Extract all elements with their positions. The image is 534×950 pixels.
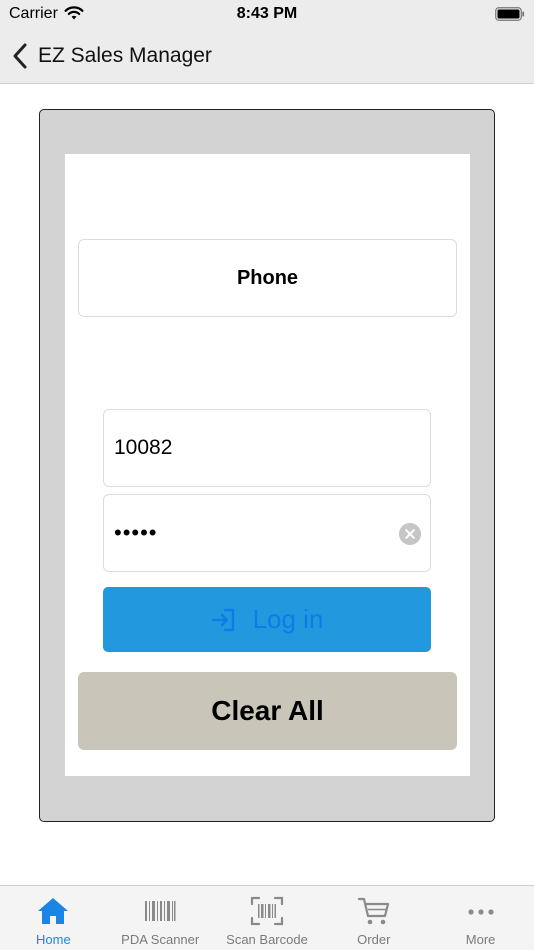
login-panel: Phone ••••• Log in Clear All [65,154,470,776]
tab-scan-barcode[interactable]: Scan Barcode [214,886,321,950]
login-icon [211,608,234,631]
barcode-icon [145,901,176,921]
battery-icon [495,7,525,21]
clear-text-icon[interactable] [399,523,421,545]
tab-order[interactable]: Order [320,886,427,950]
login-card: Phone ••••• Log in Clear All [39,109,495,822]
tab-label: Home [36,932,71,947]
status-bar: Carrier 8:43 PM [0,0,534,30]
tab-label: More [465,932,496,947]
barcode-scan-icon [250,896,284,926]
nav-title: EZ Sales Manager [38,44,212,67]
login-button[interactable]: Log in [103,587,431,652]
tab-label: Scan Barcode [226,932,308,947]
tab-home[interactable]: Home [0,886,107,950]
tab-more[interactable]: More [427,886,534,950]
back-chevron-icon [13,43,27,69]
username-input[interactable] [114,436,384,460]
tab-pda-scanner[interactable]: PDA Scanner [107,886,214,950]
back-button[interactable]: EZ Sales Manager [10,38,212,74]
status-time: 8:43 PM [236,5,298,22]
clear-all-button[interactable]: Clear All [78,672,457,750]
cart-icon [357,897,389,925]
tab-bar: Home PDA Scanner Scan Barcode Order More [0,885,534,950]
username-field[interactable] [103,409,431,487]
tab-label: Order [357,932,391,947]
phone-login-tab[interactable]: Phone [78,239,457,317]
navigation-bar: EZ Sales Manager [0,30,534,84]
login-button-label: Log in [252,604,324,634]
password-field[interactable]: ••••• [103,494,431,572]
tab-label: PDA Scanner [121,932,200,947]
more-icon [467,909,494,915]
password-input[interactable]: ••••• [114,520,158,546]
home-icon [38,898,69,924]
